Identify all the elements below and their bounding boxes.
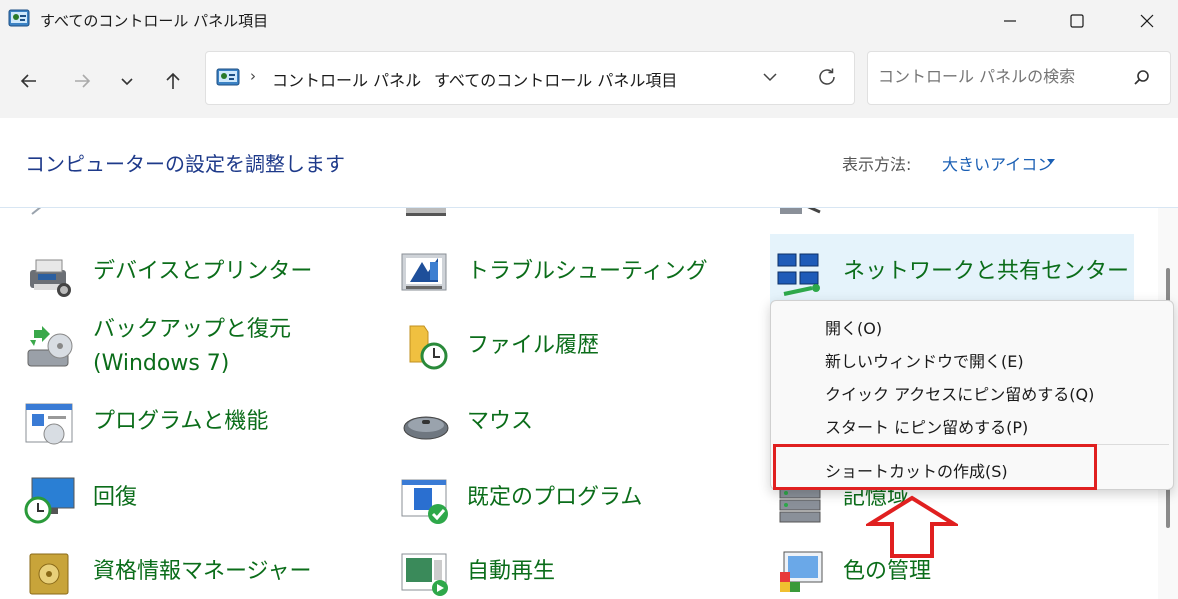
window-title: すべてのコントロール パネル項目 bbox=[40, 12, 269, 30]
title-bar: すべてのコントロール パネル項目 bbox=[0, 0, 1178, 42]
close-icon bbox=[1140, 14, 1154, 28]
item-troubleshooting[interactable]: トラブルシューティング bbox=[467, 256, 708, 288]
minimize-button[interactable] bbox=[980, 0, 1040, 42]
view-by-label: 表示方法: bbox=[842, 155, 912, 174]
programs-icon bbox=[25, 403, 73, 445]
page-title: コンピューターの設定を調整します bbox=[25, 152, 345, 176]
mouse-icon bbox=[403, 416, 449, 440]
chevron-down-icon[interactable] bbox=[760, 67, 780, 87]
item-backup-restore[interactable]: バックアップと復元 bbox=[93, 314, 291, 346]
breadcrumb-all-items[interactable]: すべてのコントロール パネル項目 bbox=[434, 67, 677, 91]
annotation-up-arrow-icon bbox=[866, 495, 958, 558]
item-recovery[interactable]: 回復 bbox=[93, 482, 137, 514]
partial-item-icon bbox=[31, 208, 42, 215]
item-programs-features[interactable]: プログラムと機能 bbox=[93, 406, 268, 438]
item-mouse[interactable]: マウス bbox=[467, 406, 533, 438]
navigation-bar: › コントロール パネル › すべてのコントロール パネル項目 bbox=[0, 42, 1178, 118]
control-panel-window: すべてのコントロール パネル項目 › コントロール パネル › すべてのコントロ… bbox=[0, 0, 1178, 599]
maximize-icon bbox=[1070, 14, 1084, 28]
search-icon[interactable] bbox=[1132, 68, 1152, 88]
menu-item-open-new-window[interactable]: 新しいウィンドウで開く(E) bbox=[825, 348, 1024, 372]
partial-item-icon bbox=[406, 208, 446, 216]
control-panel-icon bbox=[8, 9, 30, 27]
view-by-dropdown[interactable]: 大きいアイコン bbox=[942, 151, 1053, 175]
close-button[interactable] bbox=[1117, 0, 1177, 42]
breadcrumb-separator: › bbox=[412, 67, 418, 85]
backup-icon bbox=[27, 326, 73, 367]
menu-item-open[interactable]: 開く(O) bbox=[825, 315, 882, 339]
item-autoplay[interactable]: 自動再生 bbox=[467, 556, 555, 588]
up-button[interactable] bbox=[158, 66, 188, 96]
item-devices-printers[interactable]: デバイスとプリンター bbox=[93, 256, 312, 288]
item-backup-restore-sub[interactable]: (Windows 7) bbox=[93, 348, 229, 380]
menu-item-pin-start[interactable]: スタート にピン留めする(P) bbox=[825, 414, 1028, 438]
item-credential-manager[interactable]: 資格情報マネージャー bbox=[93, 556, 311, 588]
default-programs-icon bbox=[401, 479, 448, 524]
partial-item-icon bbox=[780, 208, 821, 214]
content-header: コンピューターの設定を調整します 表示方法: 大きいアイコン bbox=[0, 118, 1178, 208]
control-panel-icon bbox=[216, 68, 240, 86]
annotation-highlight-box bbox=[773, 444, 1097, 490]
arrow-left-icon bbox=[20, 74, 36, 88]
caret-down-icon[interactable] bbox=[1046, 158, 1056, 166]
search-input[interactable] bbox=[878, 67, 1128, 86]
file-history-icon bbox=[409, 325, 448, 370]
item-default-programs[interactable]: 既定のプログラム bbox=[467, 482, 642, 514]
autoplay-icon bbox=[401, 553, 448, 596]
breadcrumb-separator: › bbox=[250, 67, 256, 85]
minimize-icon bbox=[1004, 20, 1016, 22]
chevron-down-icon bbox=[121, 78, 133, 86]
credential-icon bbox=[29, 553, 69, 595]
menu-item-pin-quick-access[interactable]: クイック アクセスにピン留めする(Q) bbox=[825, 381, 1094, 405]
troubleshoot-icon bbox=[401, 253, 447, 291]
maximize-button[interactable] bbox=[1047, 0, 1107, 42]
address-bar[interactable]: › コントロール パネル › すべてのコントロール パネル項目 bbox=[205, 51, 855, 105]
item-file-history[interactable]: ファイル履歴 bbox=[467, 330, 599, 362]
arrow-right-icon bbox=[75, 74, 91, 88]
printer-icon bbox=[30, 259, 71, 297]
back-button[interactable] bbox=[14, 66, 44, 96]
search-box[interactable] bbox=[867, 51, 1171, 105]
item-color-management[interactable]: 色の管理 bbox=[843, 556, 931, 588]
recent-locations-button[interactable] bbox=[112, 66, 142, 96]
color-management-icon bbox=[780, 551, 823, 592]
item-network-sharing-center[interactable]: ネットワークと共有センター bbox=[843, 256, 1129, 288]
recovery-icon bbox=[24, 477, 75, 524]
breadcrumb-control-panel[interactable]: コントロール パネル bbox=[272, 67, 421, 91]
forward-button[interactable] bbox=[67, 66, 97, 96]
network-icon bbox=[777, 253, 820, 296]
refresh-icon[interactable] bbox=[816, 66, 838, 88]
arrow-up-icon bbox=[166, 72, 180, 89]
